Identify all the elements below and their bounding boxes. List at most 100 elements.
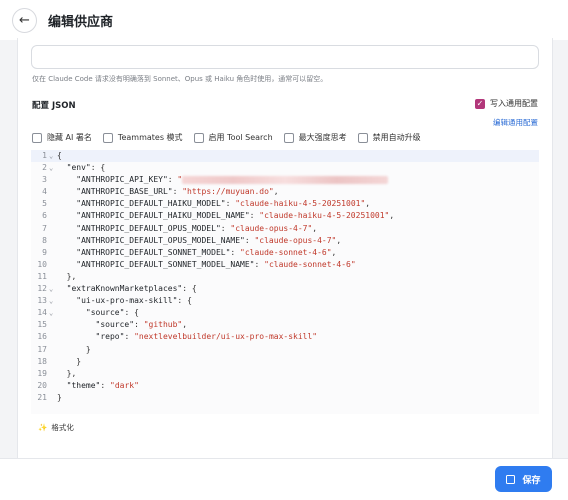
code-line[interactable]: 6 "ANTHROPIC_DEFAULT_HAIKU_MODEL_NAME": … bbox=[31, 210, 539, 222]
json-key: "ANTHROPIC_API_KEY" bbox=[76, 175, 168, 185]
checkbox-icon[interactable] bbox=[357, 132, 368, 143]
code-line[interactable]: 10 "ANTHROPIC_DEFAULT_SONNET_MODEL_NAME"… bbox=[31, 259, 539, 271]
fold-chevron-icon[interactable]: ⌄ bbox=[49, 295, 53, 307]
code-line[interactable]: 7 "ANTHROPIC_DEFAULT_OPUS_MODEL": "claud… bbox=[31, 223, 539, 235]
json-key: "ANTHROPIC_DEFAULT_HAIKU_MODEL_NAME" bbox=[76, 211, 250, 221]
code-line[interactable]: 2 ⌄ "env": { bbox=[31, 162, 539, 174]
code-line[interactable]: 17 } bbox=[31, 344, 539, 356]
magic-wand-icon: ✨ bbox=[38, 423, 48, 432]
fold-chevron-icon[interactable]: ⌄ bbox=[49, 150, 53, 162]
code-line[interactable]: 4 "ANTHROPIC_BASE_URL": "https://muyuan.… bbox=[31, 186, 539, 198]
line-number: 5 bbox=[42, 199, 47, 209]
line-number: 20 bbox=[37, 380, 47, 390]
json-string: "nextlevelbuilder/ui-ux-pro-max-skill" bbox=[134, 332, 318, 342]
code-line[interactable]: 13 ⌄ "ui-ux-pro-max-skill": { bbox=[31, 295, 539, 307]
json-key: "ANTHROPIC_DEFAULT_HAIKU_MODEL" bbox=[76, 199, 226, 209]
json-key: "source" bbox=[85, 308, 125, 318]
json-editor[interactable]: 1 ⌄{2 ⌄ "env": {3 "ANTHROPIC_API_KEY": " 4 … bbox=[31, 150, 539, 414]
code-text: } bbox=[57, 356, 81, 368]
config-options: 隐藏 AI 署名 Teammates 模式 启用 Tool Search 最大强… bbox=[32, 132, 421, 143]
line-number: 6 bbox=[42, 211, 47, 221]
provider-form: 仅在 Claude Code 请求没有明确落到 Sonnet、Opus 或 Ha… bbox=[17, 38, 553, 458]
option-enable-tool-search[interactable]: 启用 Tool Search bbox=[193, 132, 273, 143]
code-line[interactable]: 15 "source": "github", bbox=[31, 319, 539, 331]
code-line[interactable]: 8 "ANTHROPIC_DEFAULT_OPUS_MODEL_NAME": "… bbox=[31, 235, 539, 247]
code-line[interactable]: 19 }, bbox=[31, 368, 539, 380]
option-max-thinking[interactable]: 最大强度思考 bbox=[283, 132, 347, 143]
checkbox-icon[interactable] bbox=[32, 132, 42, 143]
checkbox-checked-icon[interactable]: ✓ bbox=[475, 98, 485, 109]
option-label: 最大强度思考 bbox=[298, 133, 347, 142]
json-key: "source" bbox=[95, 320, 135, 330]
option-label: 启用 Tool Search bbox=[208, 133, 273, 142]
line-number: 15 bbox=[37, 320, 47, 330]
option-hide-ai-signature[interactable]: 隐藏 AI 署名 bbox=[32, 132, 92, 143]
checkbox-icon[interactable] bbox=[283, 132, 294, 143]
save-button[interactable]: 保存 bbox=[495, 466, 552, 492]
fold-chevron-icon[interactable]: ⌄ bbox=[49, 162, 53, 174]
code-text: "ANTHROPIC_DEFAULT_HAIKU_MODEL": "claude… bbox=[57, 198, 370, 210]
line-number: 1 bbox=[42, 151, 47, 160]
json-separator: : bbox=[225, 199, 236, 209]
json-separator: : bbox=[124, 308, 135, 318]
line-number: 21 bbox=[37, 392, 47, 402]
checkbox-icon[interactable] bbox=[193, 132, 204, 143]
code-text: "ANTHROPIC_BASE_URL": "https://muyuan.do… bbox=[57, 186, 279, 198]
code-text: "ui-ux-pro-max-skill": { bbox=[57, 295, 192, 307]
json-separator: : bbox=[230, 247, 241, 257]
json-punctuation: , bbox=[331, 247, 337, 257]
code-line[interactable]: 5 "ANTHROPIC_DEFAULT_HAIKU_MODEL": "clau… bbox=[31, 198, 539, 210]
code-line[interactable]: 12 ⌄ "extraKnownMarketplaces": { bbox=[31, 283, 539, 295]
json-key: "ANTHROPIC_DEFAULT_SONNET_MODEL_NAME" bbox=[76, 259, 255, 269]
option-label: 隐藏 AI 署名 bbox=[47, 133, 92, 142]
model-input[interactable] bbox=[31, 45, 539, 69]
checkbox-icon[interactable] bbox=[102, 132, 113, 143]
line-number: 3 bbox=[42, 175, 47, 185]
code-line[interactable]: 21} bbox=[31, 392, 539, 404]
fold-chevron-icon[interactable]: ⌄ bbox=[49, 283, 53, 295]
top-bar: ← 编辑供应商 bbox=[0, 0, 568, 40]
code-text: "extraKnownMarketplaces": { bbox=[57, 283, 197, 295]
json-string: "https://muyuan.do" bbox=[182, 187, 274, 197]
code-line[interactable]: 16 "repo": "nextlevelbuilder/ui-ux-pro-m… bbox=[31, 331, 539, 343]
format-button[interactable]: ✨ 格式化 bbox=[38, 422, 74, 433]
json-punctuation: , bbox=[182, 320, 188, 330]
back-button[interactable]: ← bbox=[12, 8, 37, 33]
code-line[interactable]: 1 ⌄ { bbox=[31, 150, 539, 163]
json-punctuation: , bbox=[273, 187, 279, 197]
option-disable-auto-upgrade[interactable]: 禁用自动升级 bbox=[357, 132, 421, 143]
code-line[interactable]: 18 } bbox=[31, 356, 539, 368]
json-separator: : bbox=[100, 380, 110, 390]
code-line[interactable]: 14 ⌄ "source": { bbox=[31, 307, 539, 319]
edit-general-config-link[interactable]: 编辑通用配置 bbox=[493, 117, 538, 128]
code-line[interactable]: 9 "ANTHROPIC_DEFAULT_SONNET_MODEL": "cla… bbox=[31, 247, 539, 259]
json-punctuation: { bbox=[134, 308, 139, 318]
json-key: "extraKnownMarketplaces" bbox=[66, 284, 183, 294]
json-string: "claude-opus-4-7" bbox=[254, 235, 337, 245]
code-text: "ANTHROPIC_API_KEY": " bbox=[57, 174, 389, 186]
option-teammates-mode[interactable]: Teammates 模式 bbox=[102, 132, 183, 143]
json-key: "ANTHROPIC_DEFAULT_OPUS_MODEL_NAME" bbox=[76, 235, 245, 245]
code-line[interactable]: 20 "theme": "dark" bbox=[31, 380, 539, 392]
fold-chevron-icon[interactable]: ⌄ bbox=[49, 307, 53, 319]
code-line[interactable]: 3 "ANTHROPIC_API_KEY": " bbox=[31, 174, 539, 186]
json-punctuation: { bbox=[187, 296, 192, 306]
line-number: 17 bbox=[37, 344, 47, 354]
json-punctuation: , bbox=[365, 199, 371, 209]
code-line[interactable]: 11 }, bbox=[31, 271, 539, 283]
write-general-config-toggle[interactable]: ✓ 写入通用配置 bbox=[475, 98, 538, 109]
code-text: "ANTHROPIC_DEFAULT_SONNET_MODEL": "claud… bbox=[57, 247, 336, 259]
option-label: 禁用自动升级 bbox=[372, 133, 421, 142]
code-text: "ANTHROPIC_DEFAULT_OPUS_MODEL": "claude-… bbox=[57, 223, 317, 235]
format-label: 格式化 bbox=[51, 423, 74, 432]
